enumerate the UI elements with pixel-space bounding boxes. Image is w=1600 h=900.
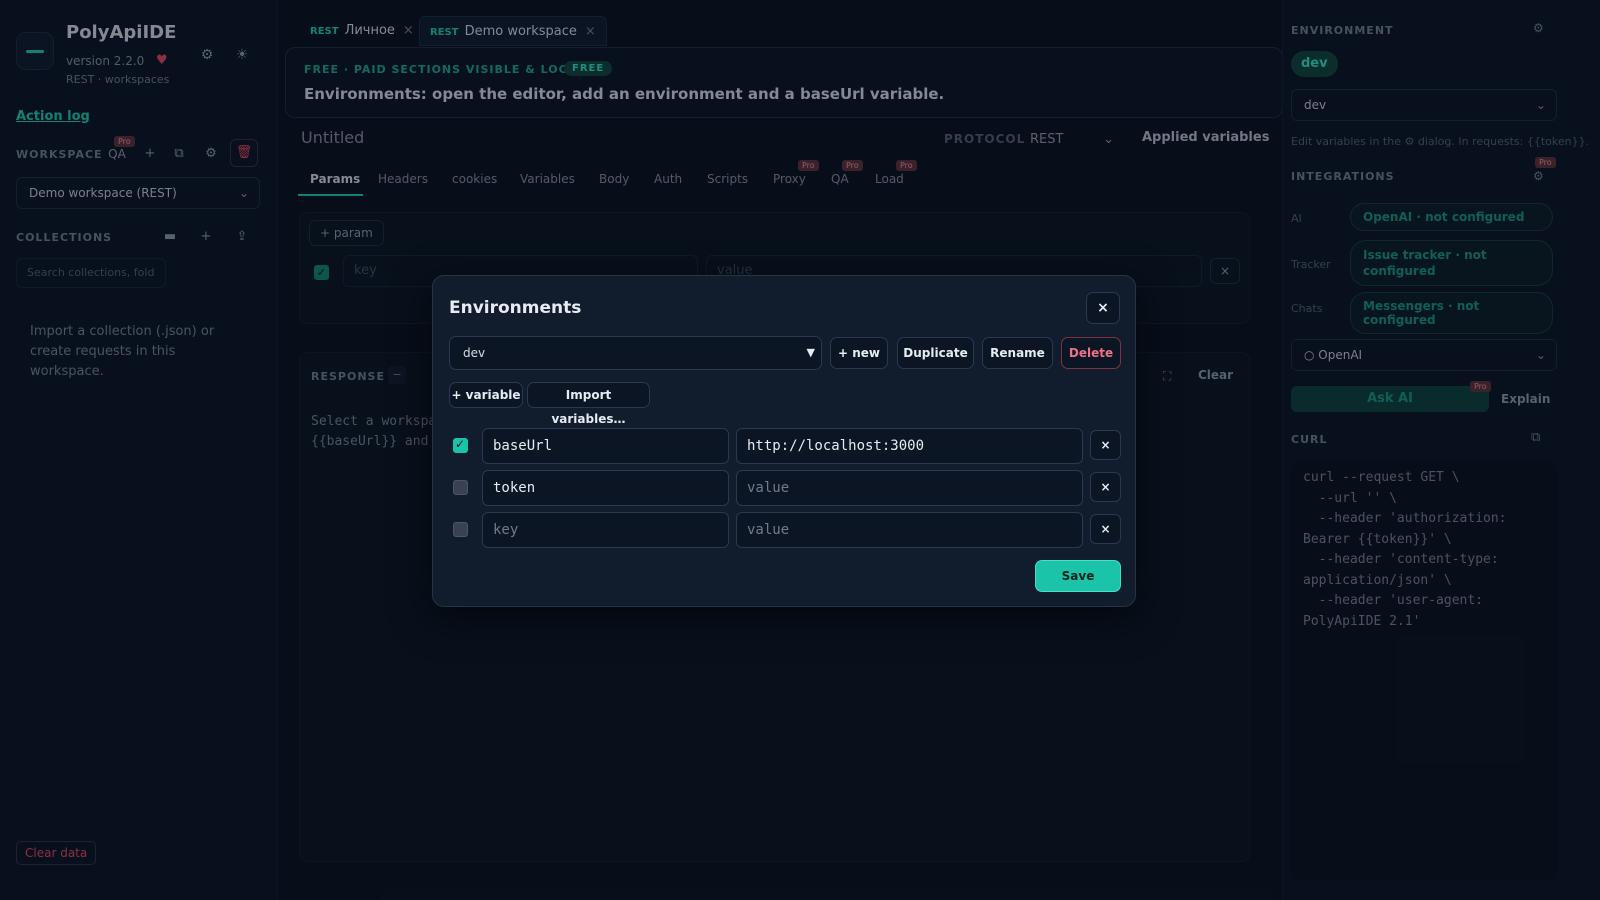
variable-enabled-checkbox[interactable] [453, 522, 468, 537]
import-variables-button[interactable]: Import variables… [527, 382, 650, 426]
variable-key-input[interactable]: token [482, 470, 729, 506]
variable-row: key value × [449, 512, 1121, 548]
duplicate-environment-button[interactable]: Duplicate [897, 337, 974, 369]
save-button[interactable]: Save [1035, 560, 1121, 592]
modal-title: Environments [449, 298, 582, 318]
environment-select-value: dev [463, 346, 486, 360]
add-variable-button[interactable]: + variable [449, 382, 523, 408]
remove-variable-button[interactable]: × [1090, 472, 1121, 502]
variable-value-input[interactable]: http://localhost:3000 [736, 428, 1083, 464]
variable-value-input[interactable]: value [736, 470, 1083, 506]
variable-enabled-checkbox[interactable] [453, 480, 468, 495]
new-environment-button[interactable]: + new [830, 337, 888, 369]
chevron-down-icon: ▼ [806, 346, 815, 359]
rename-environment-button[interactable]: Rename [982, 337, 1053, 369]
environment-select[interactable]: dev ▼ [449, 336, 822, 370]
close-icon[interactable]: × [1086, 292, 1120, 324]
environments-modal: Environments × dev ▼ + new Duplicate Ren… [432, 275, 1136, 607]
variable-value-input[interactable]: value [736, 512, 1083, 548]
delete-environment-button[interactable]: Delete [1061, 337, 1121, 369]
variable-key-input[interactable]: key [482, 512, 729, 548]
variable-key-input[interactable]: baseUrl [482, 428, 729, 464]
variable-enabled-checkbox[interactable] [453, 437, 468, 453]
variable-row: baseUrl http://localhost:3000 × [449, 428, 1121, 464]
remove-variable-button[interactable]: × [1090, 430, 1121, 460]
variable-row: token value × [449, 470, 1121, 506]
remove-variable-button[interactable]: × [1090, 514, 1121, 544]
